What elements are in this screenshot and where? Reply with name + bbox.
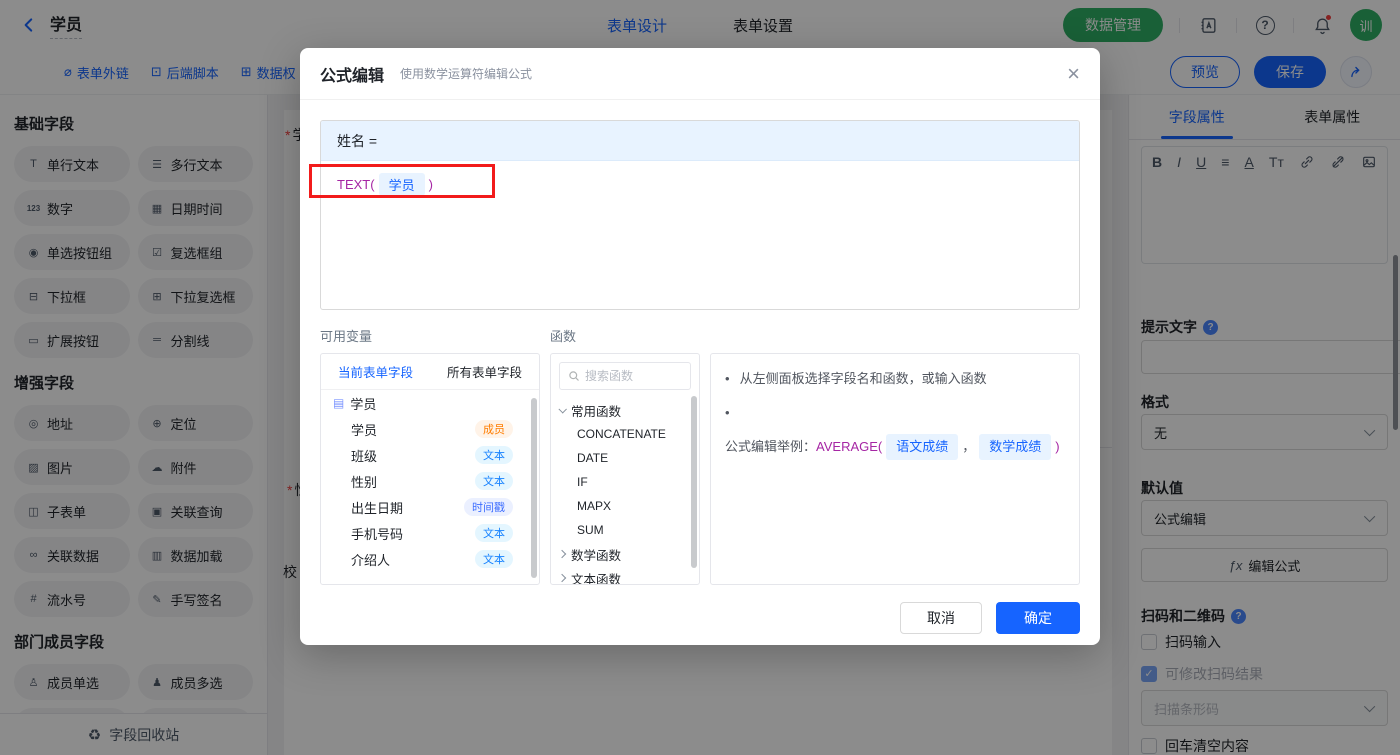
variables-scrollbar[interactable] xyxy=(531,398,537,578)
function-item[interactable]: CONCATENATE xyxy=(551,422,699,446)
formula-target: 姓名 = xyxy=(321,121,1079,161)
function-search[interactable] xyxy=(559,362,691,390)
variables-panel: 当前表单字段 所有表单字段 ▤ 学员 学员 成员 班级 文本 性别 文本 出生日期 时间… xyxy=(320,353,540,585)
variables-root[interactable]: ▤ 学员 xyxy=(321,390,539,416)
type-badge: 文本 xyxy=(475,524,513,542)
variables-label: 可用变量 xyxy=(320,329,373,344)
chevron-down-icon xyxy=(558,405,567,414)
modal-title: 公式编辑 xyxy=(320,67,385,85)
formula-edit-modal: 公式编辑 使用数学运算符编辑公式 × 姓名 = TEXT( 学员 ) 可用变量 … xyxy=(300,48,1100,645)
type-badge: 成员 xyxy=(475,420,513,438)
variable-item[interactable]: 出生日期 时间戳 xyxy=(321,494,539,520)
annotation-highlight-box xyxy=(309,164,495,198)
formula-editor[interactable]: 姓名 = TEXT( 学员 ) xyxy=(320,120,1080,310)
function-search-input[interactable] xyxy=(585,369,675,383)
variable-item[interactable]: 手机号码 文本 xyxy=(321,520,539,546)
close-icon[interactable]: × xyxy=(1067,62,1080,85)
type-badge: 文本 xyxy=(475,550,513,568)
functions-panel: 常用函数 CONCATENATE DATE IF MAPX SUM 数学函数 文… xyxy=(550,353,700,585)
cancel-button[interactable]: 取消 xyxy=(900,602,982,634)
function-item[interactable]: IF xyxy=(551,470,699,494)
form-doc-icon: ▤ xyxy=(333,396,345,410)
type-badge: 文本 xyxy=(475,472,513,490)
search-icon xyxy=(569,371,579,381)
function-group-math[interactable]: 数学函数 xyxy=(551,542,699,566)
chevron-right-icon xyxy=(557,573,567,583)
confirm-button[interactable]: 确定 xyxy=(996,602,1080,634)
tab-current-form-fields[interactable]: 当前表单字段 xyxy=(321,354,430,389)
formula-help-panel: • 从左侧面板选择字段名和函数，或输入函数 • 公式编辑举例： AVERAGE(语文… xyxy=(710,353,1080,585)
type-badge: 时间戳 xyxy=(464,498,513,516)
variable-item[interactable]: 班级 文本 xyxy=(321,442,539,468)
functions-label: 函数 xyxy=(550,329,577,344)
help-tip-1: • 从左侧面板选择字段名和函数，或输入函数 xyxy=(725,371,987,386)
function-item[interactable]: SUM xyxy=(551,518,699,542)
function-group-common[interactable]: 常用函数 xyxy=(551,398,699,422)
function-group-text[interactable]: 文本函数 xyxy=(551,566,699,584)
variable-item[interactable]: 学员 成员 xyxy=(321,416,539,442)
help-tip-2: • 公式编辑举例： AVERAGE(语文成绩，数学成绩) xyxy=(725,402,1065,460)
example-chip: 语文成绩 xyxy=(886,434,959,460)
tab-all-form-fields[interactable]: 所有表单字段 xyxy=(430,354,539,389)
functions-scrollbar[interactable] xyxy=(691,396,697,568)
variable-item[interactable]: 介绍人 文本 xyxy=(321,546,539,572)
example-chip: 数学成绩 xyxy=(979,434,1052,460)
type-badge: 文本 xyxy=(475,446,513,464)
variable-item[interactable]: 性别 文本 xyxy=(321,468,539,494)
function-item[interactable]: DATE xyxy=(551,446,699,470)
chevron-right-icon xyxy=(557,549,567,559)
modal-subtitle: 使用数学运算符编辑公式 xyxy=(400,67,533,81)
function-item[interactable]: MAPX xyxy=(551,494,699,518)
